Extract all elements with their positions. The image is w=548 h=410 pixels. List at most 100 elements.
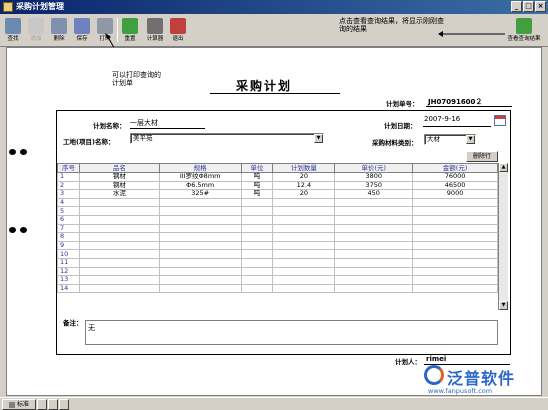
- table-cell[interactable]: [240, 275, 274, 285]
- table-cell[interactable]: [78, 266, 160, 277]
- table-cell[interactable]: [272, 232, 336, 242]
- table-row[interactable]: 6: [57, 214, 498, 225]
- status-tab-standard[interactable]: 标准: [2, 399, 36, 410]
- table-row[interactable]: 7: [57, 223, 498, 234]
- scroll-up-icon[interactable]: ▲: [499, 163, 508, 172]
- table-cell[interactable]: [334, 257, 414, 268]
- table-cell[interactable]: [240, 249, 274, 259]
- table-cell[interactable]: [272, 240, 336, 251]
- table-cell[interactable]: [412, 214, 498, 225]
- table-cell[interactable]: [240, 223, 274, 234]
- table-cell[interactable]: 3750: [334, 180, 414, 191]
- window-titlebar[interactable]: 采购计划管理 _ □ ×: [0, 0, 548, 14]
- exit-button[interactable]: 退出: [168, 16, 188, 46]
- table-row[interactable]: 13: [57, 275, 498, 285]
- table-cell[interactable]: 20: [272, 189, 336, 199]
- table-cell[interactable]: [240, 232, 274, 242]
- table-cell[interactable]: [158, 214, 242, 225]
- minimize-button[interactable]: _: [511, 1, 522, 12]
- table-cell[interactable]: [78, 232, 160, 242]
- table-cell[interactable]: 钢材: [78, 172, 160, 182]
- plan-name-value[interactable]: 一层大材: [130, 118, 158, 128]
- table-cell[interactable]: [412, 249, 498, 259]
- table-cell[interactable]: 9000: [412, 189, 498, 199]
- table-cell[interactable]: 325#: [158, 189, 242, 199]
- table-cell[interactable]: 水泥: [78, 189, 160, 199]
- status-tab[interactable]: [59, 399, 69, 410]
- table-cell[interactable]: 76000: [412, 172, 498, 182]
- plan-date-value[interactable]: 2007-9-16: [424, 115, 460, 123]
- table-cell[interactable]: [240, 283, 274, 294]
- table-cell[interactable]: [272, 283, 336, 294]
- material-type-select[interactable]: 大材 ▼: [424, 134, 476, 145]
- chevron-down-icon[interactable]: ▼: [314, 134, 323, 143]
- table-cell[interactable]: [78, 257, 160, 268]
- table-cell[interactable]: [78, 223, 160, 234]
- table-cell[interactable]: [412, 275, 498, 285]
- table-cell[interactable]: [158, 223, 242, 234]
- table-cell[interactable]: [78, 206, 160, 216]
- print-button[interactable]: 打印: [95, 16, 115, 46]
- col-header[interactable]: 计划数量: [272, 163, 336, 173]
- table-cell[interactable]: Φ6.5mm: [158, 180, 242, 191]
- reset-button[interactable]: 重置: [120, 16, 140, 46]
- chevron-down-icon[interactable]: ▼: [466, 135, 475, 144]
- table-row[interactable]: 10: [57, 249, 498, 259]
- table-row[interactable]: 3 水泥 325# 吨 20 450 9000: [57, 189, 498, 199]
- table-cell[interactable]: [240, 257, 274, 268]
- table-cell[interactable]: [272, 214, 336, 225]
- table-cell[interactable]: [158, 283, 242, 294]
- table-cell[interactable]: [334, 275, 414, 285]
- table-cell[interactable]: 吨: [240, 172, 274, 182]
- save-button[interactable]: 保存: [72, 16, 92, 46]
- table-cell[interactable]: [240, 266, 274, 277]
- table-cell[interactable]: 46500: [412, 180, 498, 191]
- col-header[interactable]: 序号: [57, 163, 80, 173]
- table-cell[interactable]: [334, 232, 414, 242]
- table-cell[interactable]: [272, 206, 336, 216]
- table-cell[interactable]: [412, 206, 498, 216]
- table-cell[interactable]: 450: [334, 189, 414, 199]
- table-cell[interactable]: [272, 257, 336, 268]
- table-cell[interactable]: [240, 197, 274, 208]
- table-row[interactable]: 4: [57, 197, 498, 208]
- project-select[interactable]: 美平苑 ▼: [130, 133, 324, 144]
- table-cell[interactable]: [78, 275, 160, 285]
- find-button[interactable]: 查找: [3, 16, 23, 46]
- delete-row-button[interactable]: 删除行: [466, 151, 498, 162]
- table-cell[interactable]: [412, 232, 498, 242]
- table-cell[interactable]: [412, 283, 498, 294]
- table-cell[interactable]: [272, 275, 336, 285]
- table-cell[interactable]: 3800: [334, 172, 414, 182]
- table-row[interactable]: 14: [57, 283, 498, 294]
- table-cell[interactable]: [158, 197, 242, 208]
- remark-textarea[interactable]: 无: [85, 320, 498, 345]
- table-cell[interactable]: [412, 240, 498, 251]
- table-cell[interactable]: [158, 232, 242, 242]
- col-header[interactable]: 金额(元): [412, 163, 498, 173]
- col-header[interactable]: 单价(元): [334, 163, 414, 173]
- table-cell[interactable]: III罗纹Φ8mm: [158, 172, 242, 182]
- table-cell[interactable]: [78, 240, 160, 251]
- table-row[interactable]: 11: [57, 257, 498, 268]
- table-cell[interactable]: [240, 214, 274, 225]
- table-cell[interactable]: [334, 214, 414, 225]
- table-cell[interactable]: [334, 249, 414, 259]
- calendar-icon[interactable]: [494, 115, 506, 126]
- delete-button[interactable]: 删除: [49, 16, 69, 46]
- status-tab[interactable]: [37, 399, 47, 410]
- table-scrollbar[interactable]: ▲ ▼: [498, 163, 508, 310]
- table-cell[interactable]: [240, 240, 274, 251]
- view-query-result-button[interactable]: 查看查询结果: [506, 16, 542, 46]
- table-cell[interactable]: 12.4: [272, 180, 336, 191]
- status-tab[interactable]: [48, 399, 58, 410]
- close-button[interactable]: ×: [535, 1, 546, 12]
- table-cell[interactable]: [334, 197, 414, 208]
- table-cell[interactable]: [334, 240, 414, 251]
- table-row[interactable]: 12: [57, 266, 498, 277]
- table-cell[interactable]: [78, 283, 160, 294]
- calculator-button[interactable]: 计算器: [143, 16, 167, 46]
- add-button[interactable]: 添加: [26, 16, 46, 46]
- table-cell[interactable]: [158, 257, 242, 268]
- table-row[interactable]: 8: [57, 232, 498, 242]
